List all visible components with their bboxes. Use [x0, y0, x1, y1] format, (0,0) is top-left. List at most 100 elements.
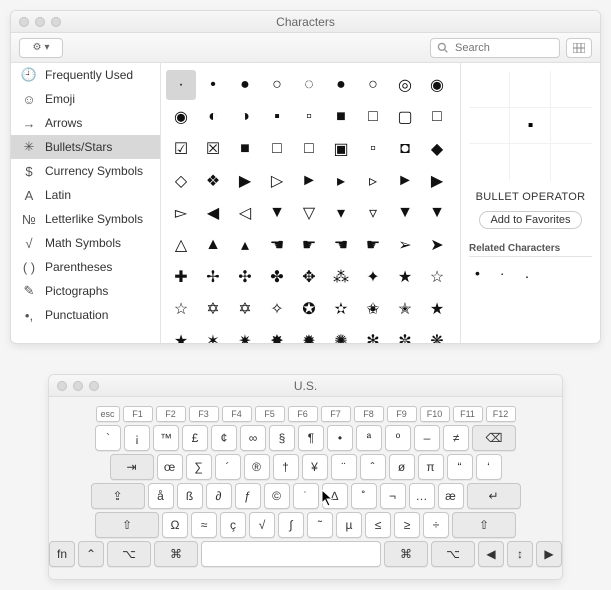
character-cell[interactable]: ▸ — [326, 166, 356, 196]
character-cell[interactable]: ✬ — [358, 294, 388, 324]
key-≤[interactable]: ≤ — [365, 512, 391, 538]
sidebar-item-emoji[interactable]: ☺Emoji — [11, 87, 160, 111]
character-cell[interactable]: ✺ — [326, 326, 356, 344]
spacebar-key[interactable] — [201, 541, 381, 567]
character-cell[interactable]: ☚ — [262, 230, 292, 260]
character-cell[interactable]: ✣ — [230, 262, 260, 292]
key-æ[interactable]: æ — [438, 483, 464, 509]
character-cell[interactable]: ✷ — [230, 326, 260, 344]
character-cell[interactable]: ☛ — [358, 230, 388, 260]
key-º[interactable]: º — [385, 425, 411, 451]
character-cell[interactable]: ◐ — [198, 102, 228, 132]
key-F6[interactable]: F6 — [288, 406, 318, 422]
character-cell[interactable]: □ — [422, 102, 452, 132]
character-cell[interactable]: ■ — [230, 134, 260, 164]
character-cell[interactable]: ▼ — [390, 198, 420, 228]
character-cell[interactable]: ★ — [422, 294, 452, 324]
character-cell[interactable]: ☆ — [422, 262, 452, 292]
key-√[interactable]: √ — [249, 512, 275, 538]
key-▶[interactable]: ▶ — [536, 541, 562, 567]
sidebar-item-currency-symbols[interactable]: $Currency Symbols — [11, 159, 160, 183]
key-∫[interactable]: ∫ — [278, 512, 304, 538]
character-cell[interactable]: □ — [294, 134, 324, 164]
character-cell[interactable]: • — [198, 70, 228, 100]
character-cell[interactable]: ⁂ — [326, 262, 356, 292]
character-cell[interactable]: ◉ — [422, 70, 452, 100]
key-↕[interactable]: ↕ — [507, 541, 533, 567]
key-≥[interactable]: ≥ — [394, 512, 420, 538]
key-ª[interactable]: ª — [356, 425, 382, 451]
key-⌥[interactable]: ⌥ — [107, 541, 151, 567]
character-cell[interactable]: ▴ — [230, 230, 260, 260]
character-cell[interactable]: ● — [230, 70, 260, 100]
key-ç[interactable]: ç — [220, 512, 246, 538]
character-cell[interactable]: ✚ — [166, 262, 196, 292]
key-⇪[interactable]: ⇪ — [91, 483, 145, 509]
key-ˆ[interactable]: ˆ — [360, 454, 386, 480]
key-⌫[interactable]: ⌫ — [472, 425, 516, 451]
key-‘[interactable]: ‘ — [476, 454, 502, 480]
key-∑[interactable]: ∑ — [186, 454, 212, 480]
character-cell[interactable]: ✭ — [390, 294, 420, 324]
character-cell[interactable]: ■ — [326, 102, 356, 132]
related-character[interactable]: • — [475, 265, 480, 282]
search-input[interactable] — [453, 41, 543, 55]
key-⇧[interactable]: ⇧ — [452, 512, 516, 538]
character-cell[interactable]: ✢ — [198, 262, 228, 292]
add-to-favorites-button[interactable]: Add to Favorites — [479, 211, 581, 229]
character-cell[interactable]: ❖ — [198, 166, 228, 196]
character-cell[interactable]: ✧ — [262, 294, 292, 324]
key-“[interactable]: “ — [447, 454, 473, 480]
character-cell[interactable]: ◉ — [166, 102, 196, 132]
character-cell[interactable]: ▿ — [358, 198, 388, 228]
key-´[interactable]: ´ — [215, 454, 241, 480]
character-cell[interactable]: □ — [358, 102, 388, 132]
character-cell[interactable]: ◁ — [230, 198, 260, 228]
key-÷[interactable]: ÷ — [423, 512, 449, 538]
key-∞[interactable]: ∞ — [240, 425, 266, 451]
character-cell[interactable]: ☆ — [166, 294, 196, 324]
related-character[interactable]: · — [500, 265, 505, 282]
character-cell[interactable]: ◇ — [166, 166, 196, 196]
key-¢[interactable]: ¢ — [211, 425, 237, 451]
character-cell[interactable]: ▫ — [358, 134, 388, 164]
key-®[interactable]: ® — [244, 454, 270, 480]
close-window-button[interactable] — [57, 381, 67, 391]
key-F10[interactable]: F10 — [420, 406, 450, 422]
key-§[interactable]: § — [269, 425, 295, 451]
key-…[interactable]: … — [409, 483, 435, 509]
character-cell[interactable]: ◘ — [390, 134, 420, 164]
sidebar-item-arrows[interactable]: →Arrows — [11, 111, 160, 135]
key-F9[interactable]: F9 — [387, 406, 417, 422]
sidebar-item-pictographs[interactable]: ✎Pictographs — [11, 279, 160, 303]
character-cell[interactable]: ☚ — [326, 230, 356, 260]
search-field[interactable] — [430, 38, 560, 58]
key-ß[interactable]: ß — [177, 483, 203, 509]
character-cell[interactable]: ✥ — [294, 262, 324, 292]
character-cell[interactable]: ➢ — [390, 230, 420, 260]
character-cell[interactable]: ▫ — [294, 102, 324, 132]
key-⌘[interactable]: ⌘ — [384, 541, 428, 567]
sidebar-item-letterlike-symbols[interactable]: №Letterlike Symbols — [11, 207, 160, 231]
key-⌘[interactable]: ⌘ — [154, 541, 198, 567]
key-˜[interactable]: ˜ — [307, 512, 333, 538]
view-toggle-button[interactable] — [566, 38, 592, 58]
key-⇧[interactable]: ⇧ — [95, 512, 159, 538]
minimize-window-button[interactable] — [73, 381, 83, 391]
key-¡[interactable]: ¡ — [124, 425, 150, 451]
key-¥[interactable]: ¥ — [302, 454, 328, 480]
key-⌃[interactable]: ⌃ — [78, 541, 104, 567]
character-cell[interactable]: ◑ — [230, 102, 260, 132]
character-cell[interactable]: ▣ — [326, 134, 356, 164]
key-`[interactable]: ` — [95, 425, 121, 451]
key-∂[interactable]: ∂ — [206, 483, 232, 509]
character-cell[interactable]: □ — [262, 134, 292, 164]
key-F12[interactable]: F12 — [486, 406, 516, 422]
character-cell[interactable]: ✡ — [198, 294, 228, 324]
action-menu-button[interactable]: ⚙ ▾ — [19, 38, 63, 58]
character-cell[interactable]: ◎ — [390, 70, 420, 100]
key-¬[interactable]: ¬ — [380, 483, 406, 509]
character-cell[interactable]: ▶ — [230, 166, 260, 196]
close-window-button[interactable] — [19, 17, 29, 27]
character-cell[interactable]: ▼ — [262, 198, 292, 228]
